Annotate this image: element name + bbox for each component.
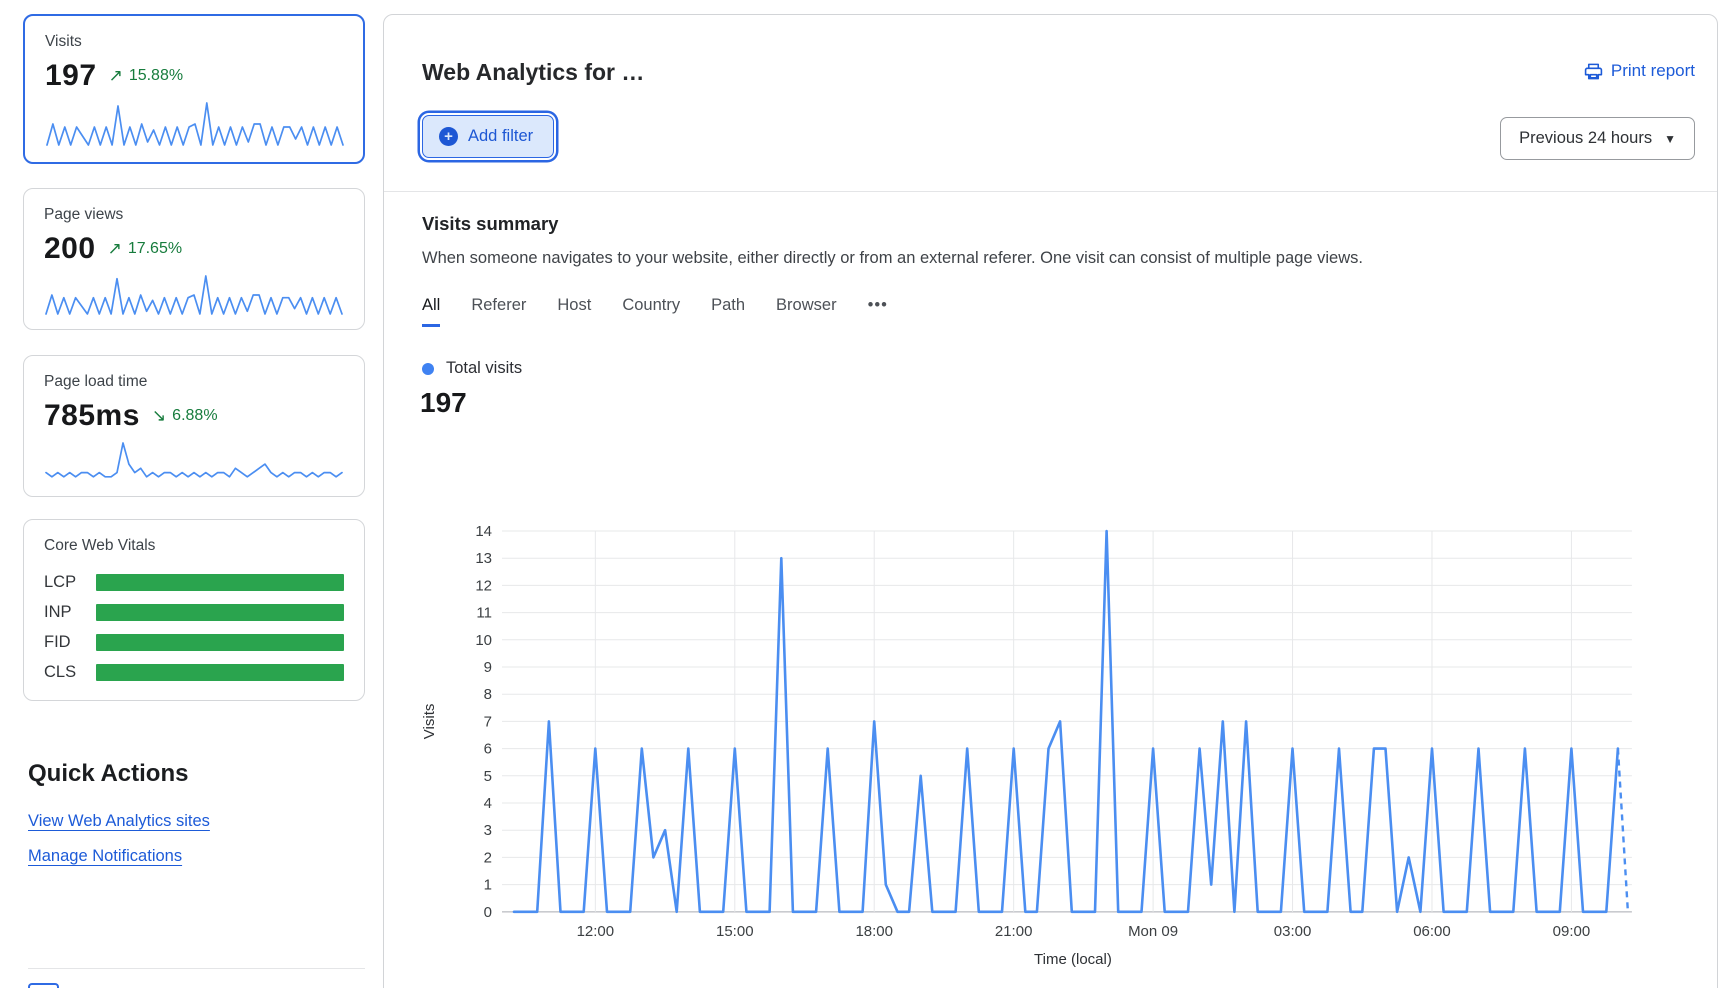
trend-up-icon: ↗ <box>109 66 123 86</box>
caret-down-icon: ▼ <box>1664 132 1676 146</box>
stat-trend: ↗ 15.88% <box>109 66 184 86</box>
svg-text:5: 5 <box>484 768 492 785</box>
vital-status-bar <box>96 604 344 621</box>
total-visits-value: 197 <box>420 387 467 419</box>
svg-text:2: 2 <box>484 849 492 866</box>
stat-label: Visits <box>45 33 343 51</box>
divider <box>28 968 365 969</box>
vital-label: LCP <box>44 573 96 592</box>
svg-text:4: 4 <box>484 795 492 812</box>
svg-text:9: 9 <box>484 659 492 676</box>
svg-text:6: 6 <box>484 741 492 758</box>
vital-label: FID <box>44 633 96 652</box>
svg-text:Time (local): Time (local) <box>1034 951 1112 968</box>
svg-text:10: 10 <box>475 632 492 649</box>
svg-text:11: 11 <box>476 605 492 622</box>
stat-card-visits[interactable]: Visits 197 ↗ 15.88% <box>23 14 365 164</box>
svg-text:0: 0 <box>484 904 492 921</box>
stat-label: Page load time <box>44 373 344 391</box>
stat-trend: ↗ 17.65% <box>108 239 183 259</box>
trend-up-icon: ↗ <box>108 239 122 259</box>
vital-row: FID <box>44 627 344 657</box>
dimension-tabs: All Referer Host Country Path Browser ••… <box>422 296 888 327</box>
more-tabs-ellipsis-icon[interactable]: ••• <box>868 296 888 327</box>
svg-text:14: 14 <box>475 523 492 540</box>
svg-text:09:00: 09:00 <box>1553 923 1591 940</box>
stat-label: Page views <box>44 206 344 224</box>
visits-summary-description: When someone navigates to your website, … <box>422 249 1472 268</box>
svg-text:15:00: 15:00 <box>716 923 754 940</box>
legend-dot <box>422 363 434 375</box>
trend-value: 6.88% <box>172 407 217 425</box>
trend-value: 15.88% <box>129 67 183 85</box>
trend-value: 17.65% <box>128 240 182 258</box>
page-views-sparkline <box>44 272 344 316</box>
print-report-label: Print report <box>1611 61 1695 81</box>
line-chart-canvas: 0123456789101112131412:0015:0018:0021:00… <box>404 507 1684 985</box>
view-web-analytics-sites-link[interactable]: View Web Analytics sites <box>28 812 210 831</box>
vital-status-bar <box>96 634 344 651</box>
manage-notifications-link[interactable]: Manage Notifications <box>28 847 182 866</box>
legend-label: Total visits <box>446 359 522 378</box>
svg-text:06:00: 06:00 <box>1413 923 1451 940</box>
svg-text:Visits: Visits <box>421 704 438 740</box>
card-title: Core Web Vitals <box>44 537 344 555</box>
quick-actions-title: Quick Actions <box>28 760 188 788</box>
vital-status-bar <box>96 574 344 591</box>
stat-value: 197 <box>45 59 97 93</box>
divider <box>384 191 1717 192</box>
vital-row: LCP <box>44 567 344 597</box>
svg-text:13: 13 <box>475 550 492 567</box>
vital-row: CLS <box>44 657 344 687</box>
time-range-value: Previous 24 hours <box>1519 129 1652 148</box>
tab-country[interactable]: Country <box>622 296 680 327</box>
stat-card-page-load-time[interactable]: Page load time 785ms ↘ 6.88% <box>23 355 365 497</box>
svg-text:03:00: 03:00 <box>1274 923 1312 940</box>
add-filter-button[interactable]: + Add filter <box>422 115 554 158</box>
svg-text:18:00: 18:00 <box>855 923 893 940</box>
tab-referer[interactable]: Referer <box>471 296 526 327</box>
svg-text:8: 8 <box>484 686 492 703</box>
page-load-time-sparkline <box>44 439 344 483</box>
visits-sparkline <box>45 99 345 147</box>
web-analytics-panel: Web Analytics for … Print report + Add f… <box>383 14 1718 988</box>
tab-browser[interactable]: Browser <box>776 296 837 327</box>
svg-text:12: 12 <box>475 577 492 594</box>
chart-legend: Total visits <box>422 359 522 378</box>
vital-status-bar <box>96 664 344 681</box>
add-filter-label: Add filter <box>468 127 533 146</box>
svg-text:1: 1 <box>484 877 492 894</box>
svg-text:21:00: 21:00 <box>995 923 1033 940</box>
tab-path[interactable]: Path <box>711 296 745 327</box>
svg-text:Mon 09: Mon 09 <box>1128 923 1178 940</box>
svg-text:12:00: 12:00 <box>577 923 615 940</box>
visits-chart: 0123456789101112131412:0015:0018:0021:00… <box>404 507 1684 988</box>
stat-value: 785ms <box>44 399 140 433</box>
print-report-link[interactable]: Print report <box>1584 61 1695 81</box>
vital-label: CLS <box>44 663 96 682</box>
visits-summary-title: Visits summary <box>422 213 558 235</box>
plus-circle-icon: + <box>439 127 458 146</box>
page-title: Web Analytics for … <box>422 59 644 86</box>
vital-label: INP <box>44 603 96 622</box>
printer-icon <box>1584 62 1603 81</box>
stat-trend: ↘ 6.88% <box>152 406 218 426</box>
partial-card-top-border <box>28 983 59 988</box>
core-web-vitals-card: Core Web Vitals LCP INP FID CLS <box>23 519 365 701</box>
time-range-dropdown[interactable]: Previous 24 hours ▼ <box>1500 117 1695 160</box>
svg-text:3: 3 <box>484 822 492 839</box>
trend-down-icon: ↘ <box>152 406 166 426</box>
stat-card-page-views[interactable]: Page views 200 ↗ 17.65% <box>23 188 365 330</box>
tab-host[interactable]: Host <box>557 296 591 327</box>
vital-row: INP <box>44 597 344 627</box>
stat-value: 200 <box>44 232 96 266</box>
tab-all[interactable]: All <box>422 296 440 327</box>
svg-text:7: 7 <box>484 713 492 730</box>
